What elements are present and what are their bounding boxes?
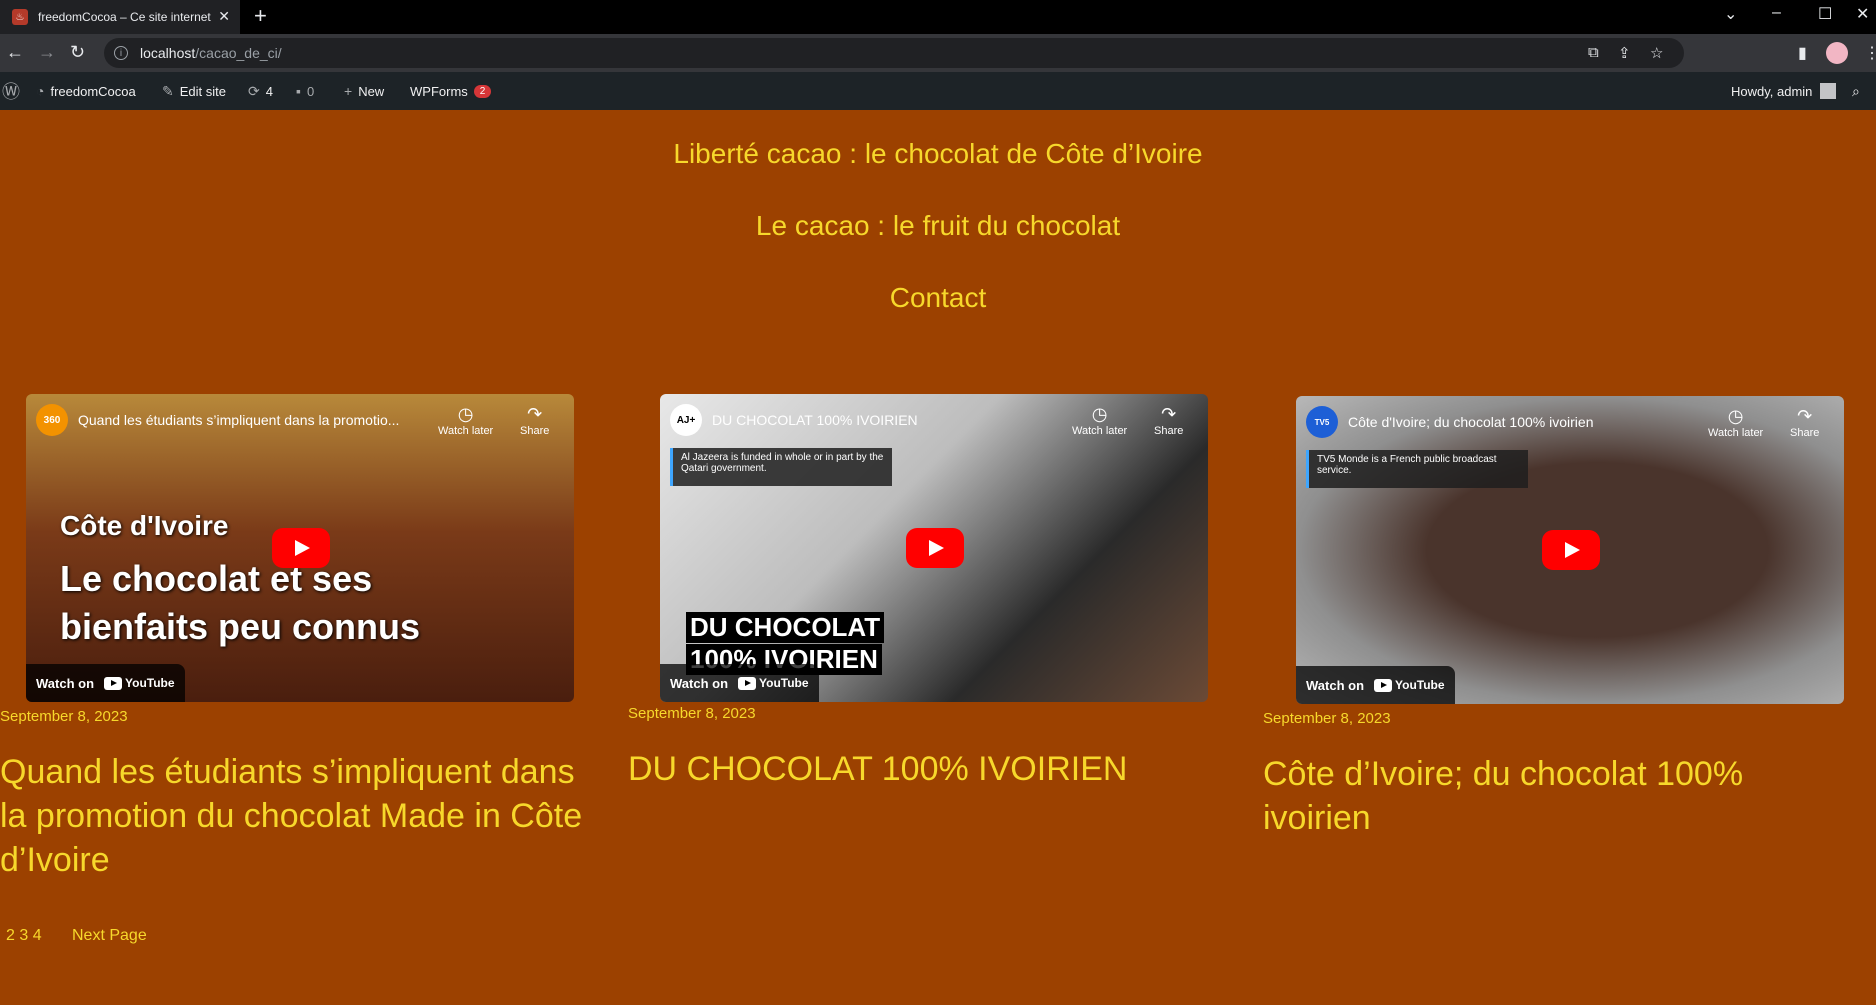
new-content-link[interactable]: + New: [344, 72, 384, 110]
address-bar[interactable]: i localhost/cacao_de_ci/ ⧉ ⇪ ☆: [104, 38, 1684, 68]
account-menu[interactable]: Howdy, admin: [1731, 72, 1837, 110]
updates-link[interactable]: ⟳ 4: [248, 72, 273, 110]
new-label: New: [358, 83, 385, 99]
share-button[interactable]: ↷ Share: [520, 404, 549, 437]
watch-later-button[interactable]: ◷ Watch later: [438, 404, 493, 437]
browser-tab-bar: ♨ freedomCocoa – Ce site internet ✕ + ⌄ …: [0, 0, 1876, 34]
howdy-text: Howdy, admin: [1731, 83, 1813, 99]
side-panel-icon[interactable]: ▮: [1798, 43, 1807, 63]
nav-link-liberte-cacao[interactable]: Liberté cacao : le chocolat de Côte d’Iv…: [0, 138, 1876, 170]
page-numbers[interactable]: 2 3 4: [6, 927, 42, 945]
overlay-line-1: Côte d'Ivoire: [60, 510, 229, 541]
post-title-1[interactable]: Quand les étudiants s’impliquent dans la…: [0, 750, 610, 882]
funding-notice[interactable]: Al Jazeera is funded in whole or in part…: [670, 448, 892, 486]
reload-icon[interactable]: ↻: [70, 42, 85, 62]
url-path: /cacao_de_ci/: [195, 45, 282, 61]
updates-icon: ⟳: [248, 82, 260, 99]
minimize-icon[interactable]: –: [1772, 4, 1781, 22]
close-tab-icon[interactable]: ✕: [218, 8, 230, 25]
edit-site-link[interactable]: ✎ Edit site: [162, 72, 226, 110]
video-embed-1[interactable]: 360 Quand les étudiants s’impliquent dan…: [26, 394, 574, 702]
play-button-icon[interactable]: [272, 528, 330, 568]
youtube-logo-icon: YouTube: [104, 676, 175, 690]
wpforms-link[interactable]: WPForms 2: [410, 72, 492, 110]
channel-logo-icon: AJ+: [670, 404, 702, 436]
maximize-icon[interactable]: ☐: [1818, 4, 1832, 24]
overlay-line-3: bienfaits peu connus: [60, 606, 421, 647]
youtube-logo-icon: YouTube: [738, 676, 809, 690]
video-embed-2[interactable]: AJ+ DU CHOCOLAT 100% IVOIRIEN Al Jazeera…: [660, 394, 1208, 702]
watch-on-youtube-button[interactable]: Watch on YouTube: [1296, 666, 1455, 704]
back-icon[interactable]: ←: [6, 42, 24, 62]
play-button-icon[interactable]: [906, 528, 964, 568]
share-icon[interactable]: ⇪: [1618, 44, 1631, 62]
youtube-logo-icon: YouTube: [1374, 678, 1445, 692]
channel-logo-icon: TV5: [1306, 406, 1338, 438]
bookmark-star-icon[interactable]: ☆: [1650, 44, 1663, 62]
profile-avatar[interactable]: [1826, 42, 1848, 64]
translate-icon[interactable]: ⧉: [1588, 44, 1599, 61]
dashboard-icon: ◔: [36, 83, 45, 99]
edit-site-label: Edit site: [179, 83, 226, 99]
video-title[interactable]: DU CHOCOLAT 100% IVOIRIEN: [712, 412, 1072, 428]
search-icon[interactable]: ⌕: [1852, 72, 1866, 110]
video-embed-3[interactable]: TV5 Côte d'Ivoire; du chocolat 100% ivoi…: [1296, 396, 1844, 704]
share-arrow-icon: ↷: [1797, 406, 1813, 426]
comment-icon: ▪: [296, 83, 301, 99]
next-page-link[interactable]: Next Page: [72, 927, 147, 945]
overlay-line-1: DU CHOCOLAT: [686, 612, 885, 643]
nav-link-le-cacao[interactable]: Le cacao : le fruit du chocolat: [0, 210, 1876, 242]
watch-later-button[interactable]: ◷ Watch later: [1072, 404, 1127, 437]
watch-on-youtube-button[interactable]: Watch on YouTube: [660, 664, 819, 702]
play-button-icon[interactable]: [1542, 530, 1600, 570]
wpforms-label: WPForms: [410, 83, 468, 99]
tab-search-icon[interactable]: ⌄: [1724, 4, 1737, 24]
wordpress-logo-icon[interactable]: Ⓦ: [2, 72, 26, 110]
watch-on-youtube-button[interactable]: Watch on YouTube: [26, 664, 185, 702]
nav-link-contact[interactable]: Contact: [0, 282, 1876, 314]
browser-toolbar: ← → ↻ i localhost/cacao_de_ci/ ⧉ ⇪ ☆ ▮ ⋮: [0, 34, 1876, 72]
clock-icon: ◷: [1091, 404, 1108, 424]
channel-logo-icon: 360: [36, 404, 68, 436]
post-title-2[interactable]: DU CHOCOLAT 100% IVOIRIEN: [628, 747, 1208, 791]
admin-avatar: [1820, 83, 1837, 99]
share-arrow-icon: ↷: [1161, 404, 1177, 424]
plus-icon: +: [344, 83, 353, 99]
comments-count: 0: [306, 83, 315, 99]
share-button[interactable]: ↷ Share: [1154, 404, 1183, 437]
post-date-1: September 8, 2023: [0, 708, 128, 725]
menu-icon[interactable]: ⋮: [1864, 43, 1876, 63]
close-window-icon[interactable]: ✕: [1856, 4, 1869, 24]
site-favicon-icon: ♨: [12, 9, 28, 25]
updates-count: 4: [265, 83, 273, 99]
wpforms-badge: 2: [473, 84, 492, 98]
post-date-3: September 8, 2023: [1263, 710, 1391, 727]
video-title[interactable]: Quand les étudiants s’impliquent dans la…: [78, 412, 438, 428]
post-title-3[interactable]: Côte d’Ivoire; du chocolat 100% ivoirien: [1263, 752, 1823, 840]
clock-icon: ◷: [1727, 406, 1744, 426]
broadcast-notice[interactable]: TV5 Monde is a French public broadcast s…: [1306, 450, 1528, 488]
wp-admin-bar: Ⓦ ◔ freedomCocoa ✎ Edit site ⟳ 4 ▪ 0 + N…: [0, 72, 1876, 110]
site-name: freedomCocoa: [50, 83, 136, 99]
comments-link[interactable]: ▪ 0: [296, 72, 314, 110]
site-info-icon[interactable]: i: [114, 46, 128, 60]
clock-icon: ◷: [457, 404, 474, 424]
video-title[interactable]: Côte d'Ivoire; du chocolat 100% ivoirien: [1348, 414, 1708, 430]
brush-icon: ✎: [162, 82, 174, 99]
share-arrow-icon: ↷: [527, 404, 543, 424]
share-button[interactable]: ↷ Share: [1790, 406, 1819, 439]
browser-tab[interactable]: ♨ freedomCocoa – Ce site internet ✕: [0, 0, 240, 34]
watch-later-button[interactable]: ◷ Watch later: [1708, 406, 1763, 439]
site-name-link[interactable]: ◔ freedomCocoa: [36, 72, 136, 110]
url-host: localhost: [140, 45, 196, 61]
new-tab-icon[interactable]: +: [254, 4, 267, 28]
tab-title: freedomCocoa – Ce site internet: [38, 10, 211, 24]
post-date-2: September 8, 2023: [628, 705, 756, 722]
forward-icon[interactable]: →: [38, 42, 56, 62]
